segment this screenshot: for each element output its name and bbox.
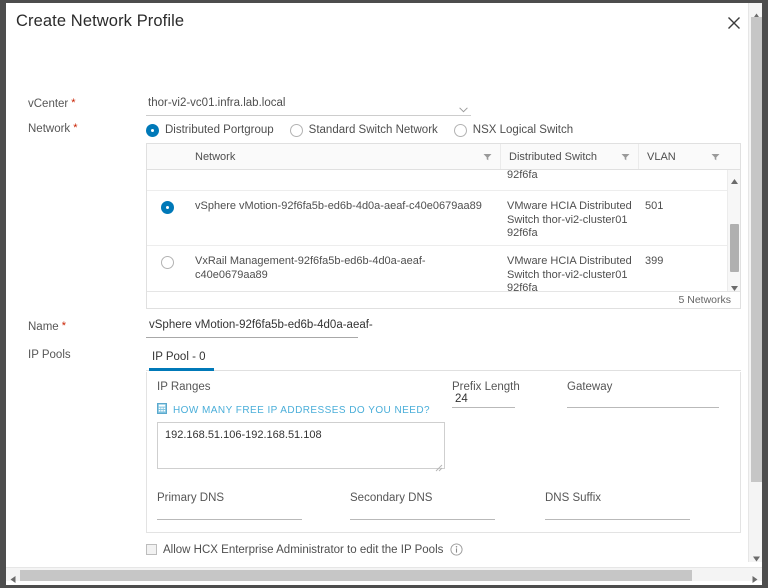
cell-vlan: 399 <box>645 255 664 267</box>
column-header-label: Distributed Switch <box>509 150 598 163</box>
radio-label: Distributed Portgroup <box>165 124 274 136</box>
scroll-down-icon[interactable] <box>730 280 739 291</box>
secondary-dns-label: Secondary DNS <box>350 492 433 504</box>
cell-network: vSphere vMotion-92f6fa5b-ed6b-4d0a-aeaf-… <box>195 200 482 212</box>
required-marker: * <box>73 122 78 134</box>
ip-pools-label-text: IP Pools <box>28 349 71 361</box>
radio-mark-icon <box>453 123 467 137</box>
resize-grip-icon[interactable] <box>435 459 443 472</box>
table-row[interactable]: VxRail Management-92f6fa5b-ed6b-4d0a-aea… <box>147 246 740 292</box>
page-title: Create Network Profile <box>16 12 185 30</box>
dns-suffix-input[interactable] <box>545 519 690 520</box>
cell-network: VxRail Management-92f6fa5b-ed6b-4d0a-aea… <box>195 255 426 281</box>
free-ip-calculator-link[interactable]: HOW MANY FREE IP ADDRESSES DO YOU NEED? <box>157 401 430 419</box>
create-network-profile-dialog: Create Network Profile vCenter * thor-vi2… <box>6 3 762 585</box>
column-header-vlan[interactable]: VLAN <box>638 144 728 169</box>
network-table: Network Distributed Switch VLAN 92f6fa v… <box>146 143 741 309</box>
name-label: Name * <box>28 320 66 333</box>
prefix-length-input[interactable]: 24 <box>452 393 515 408</box>
page-horizontal-scrollbar[interactable] <box>6 567 762 583</box>
column-header-label: VLAN <box>647 150 676 163</box>
secondary-dns-input[interactable] <box>350 519 495 520</box>
network-label-text: Network <box>28 123 71 135</box>
name-value: vSphere vMotion-92f6fa5b-ed6b-4d0a-aeaf- <box>149 319 373 331</box>
dialog-header: Create Network Profile <box>6 3 748 43</box>
row-radio[interactable] <box>161 256 174 269</box>
filter-icon[interactable] <box>621 152 630 161</box>
ip-pool-tablist: IP Pool - 0 <box>146 351 741 371</box>
vcenter-value: thor-vi2-vc01.infra.lab.local <box>148 97 286 109</box>
radio-distributed-portgroup[interactable]: Distributed Portgroup <box>146 123 274 137</box>
vcenter-label: vCenter * <box>28 97 76 110</box>
network-label: Network * <box>28 122 78 135</box>
checkbox-box-icon <box>146 544 157 555</box>
primary-dns-input[interactable] <box>157 519 302 520</box>
scroll-up-icon[interactable] <box>752 7 761 19</box>
radio-label: Standard Switch Network <box>308 124 438 136</box>
radio-nsx-logical-switch[interactable]: NSX Logical Switch <box>453 123 574 137</box>
network-type-radio-group: Distributed Portgroup Standard Switch Ne… <box>146 122 589 138</box>
scrollbar-thumb[interactable] <box>751 17 762 482</box>
radio-mark-icon <box>161 256 174 269</box>
scrollbar-thumb[interactable] <box>20 570 692 581</box>
screen-root: Create Network Profile vCenter * thor-vi2… <box>0 0 768 588</box>
close-icon[interactable] <box>724 13 744 33</box>
network-count-label: 5 Networks <box>678 294 731 306</box>
scroll-up-icon[interactable] <box>730 173 739 184</box>
primary-dns-label: Primary DNS <box>157 492 225 504</box>
scroll-down-icon[interactable] <box>752 550 761 562</box>
ip-ranges-textarea[interactable]: 192.168.51.106-192.168.51.108 <box>157 422 445 472</box>
row-radio-selected[interactable] <box>161 201 174 214</box>
ip-ranges-value: 192.168.51.106-192.168.51.108 <box>165 429 322 441</box>
prefix-length-label: Prefix Length <box>452 381 520 393</box>
filter-icon[interactable] <box>711 152 720 161</box>
tab-ip-pool-0[interactable]: IP Pool - 0 <box>149 351 214 371</box>
table-vertical-scrollbar[interactable] <box>727 170 740 292</box>
form-body: vCenter * thor-vi2-vc01.infra.lab.local N… <box>6 43 748 583</box>
column-header-distributed-switch[interactable]: Distributed Switch <box>500 144 638 169</box>
allow-edit-ip-pools-label: Allow HCX Enterprise Administrator to ed… <box>163 543 444 556</box>
column-header-label: Network <box>195 150 236 163</box>
name-input[interactable]: vSphere vMotion-92f6fa5b-ed6b-4d0a-aeaf- <box>146 319 373 338</box>
page-vertical-scrollbar[interactable] <box>748 3 762 562</box>
required-marker: * <box>71 97 76 109</box>
vcenter-select[interactable]: thor-vi2-vc01.infra.lab.local <box>146 96 471 116</box>
cell-vlan: 501 <box>645 200 664 212</box>
scroll-right-icon[interactable] <box>751 571 759 583</box>
ip-pool-panel: IP Ranges HOW MANY FREE IP ADDRESSES DO … <box>146 372 741 533</box>
dns-suffix-label: DNS Suffix <box>545 492 602 504</box>
radio-label: NSX Logical Switch <box>472 124 574 136</box>
name-label-text: Name <box>28 321 59 333</box>
table-row[interactable]: vSphere vMotion-92f6fa5b-ed6b-4d0a-aeaf-… <box>147 191 740 246</box>
cell-distributed-switch: VMware HCIA Distributed Switch thor-vi2-… <box>507 200 632 239</box>
scroll-left-icon[interactable] <box>9 571 17 583</box>
ip-pools-label: IP Pools <box>28 349 71 361</box>
free-ip-calculator-link-label: HOW MANY FREE IP ADDRESSES DO YOU NEED? <box>173 404 431 416</box>
prefix-length-value: 24 <box>455 393 468 405</box>
required-marker: * <box>61 320 66 332</box>
column-header-network[interactable]: Network <box>187 144 500 169</box>
radio-mark-icon <box>161 201 174 214</box>
filter-icon[interactable] <box>483 152 492 161</box>
info-icon[interactable] <box>450 543 463 556</box>
radio-mark-icon <box>289 123 303 137</box>
radio-mark-icon <box>146 123 159 137</box>
table-body: 92f6fa vSphere vMotion-92f6fa5b-ed6b-4d0… <box>147 170 740 292</box>
allow-edit-ip-pools-checkbox[interactable]: Allow HCX Enterprise Administrator to ed… <box>146 543 463 556</box>
ip-ranges-label: IP Ranges <box>157 381 211 393</box>
table-header-row: Network Distributed Switch VLAN <box>147 144 740 170</box>
vcenter-label-text: vCenter <box>28 98 69 110</box>
table-footer: 5 Networks <box>147 291 740 308</box>
chevron-down-icon <box>459 100 468 113</box>
cell-distributed-switch: 92f6fa <box>507 170 538 181</box>
radio-standard-switch-network[interactable]: Standard Switch Network <box>289 123 438 137</box>
table-row[interactable]: 92f6fa <box>147 170 740 191</box>
cell-distributed-switch: VMware HCIA Distributed Switch thor-vi2-… <box>507 255 632 292</box>
gateway-label: Gateway <box>567 381 613 393</box>
gateway-input[interactable] <box>567 407 719 408</box>
calculator-icon <box>157 401 167 419</box>
scrollbar-thumb[interactable] <box>730 224 739 272</box>
